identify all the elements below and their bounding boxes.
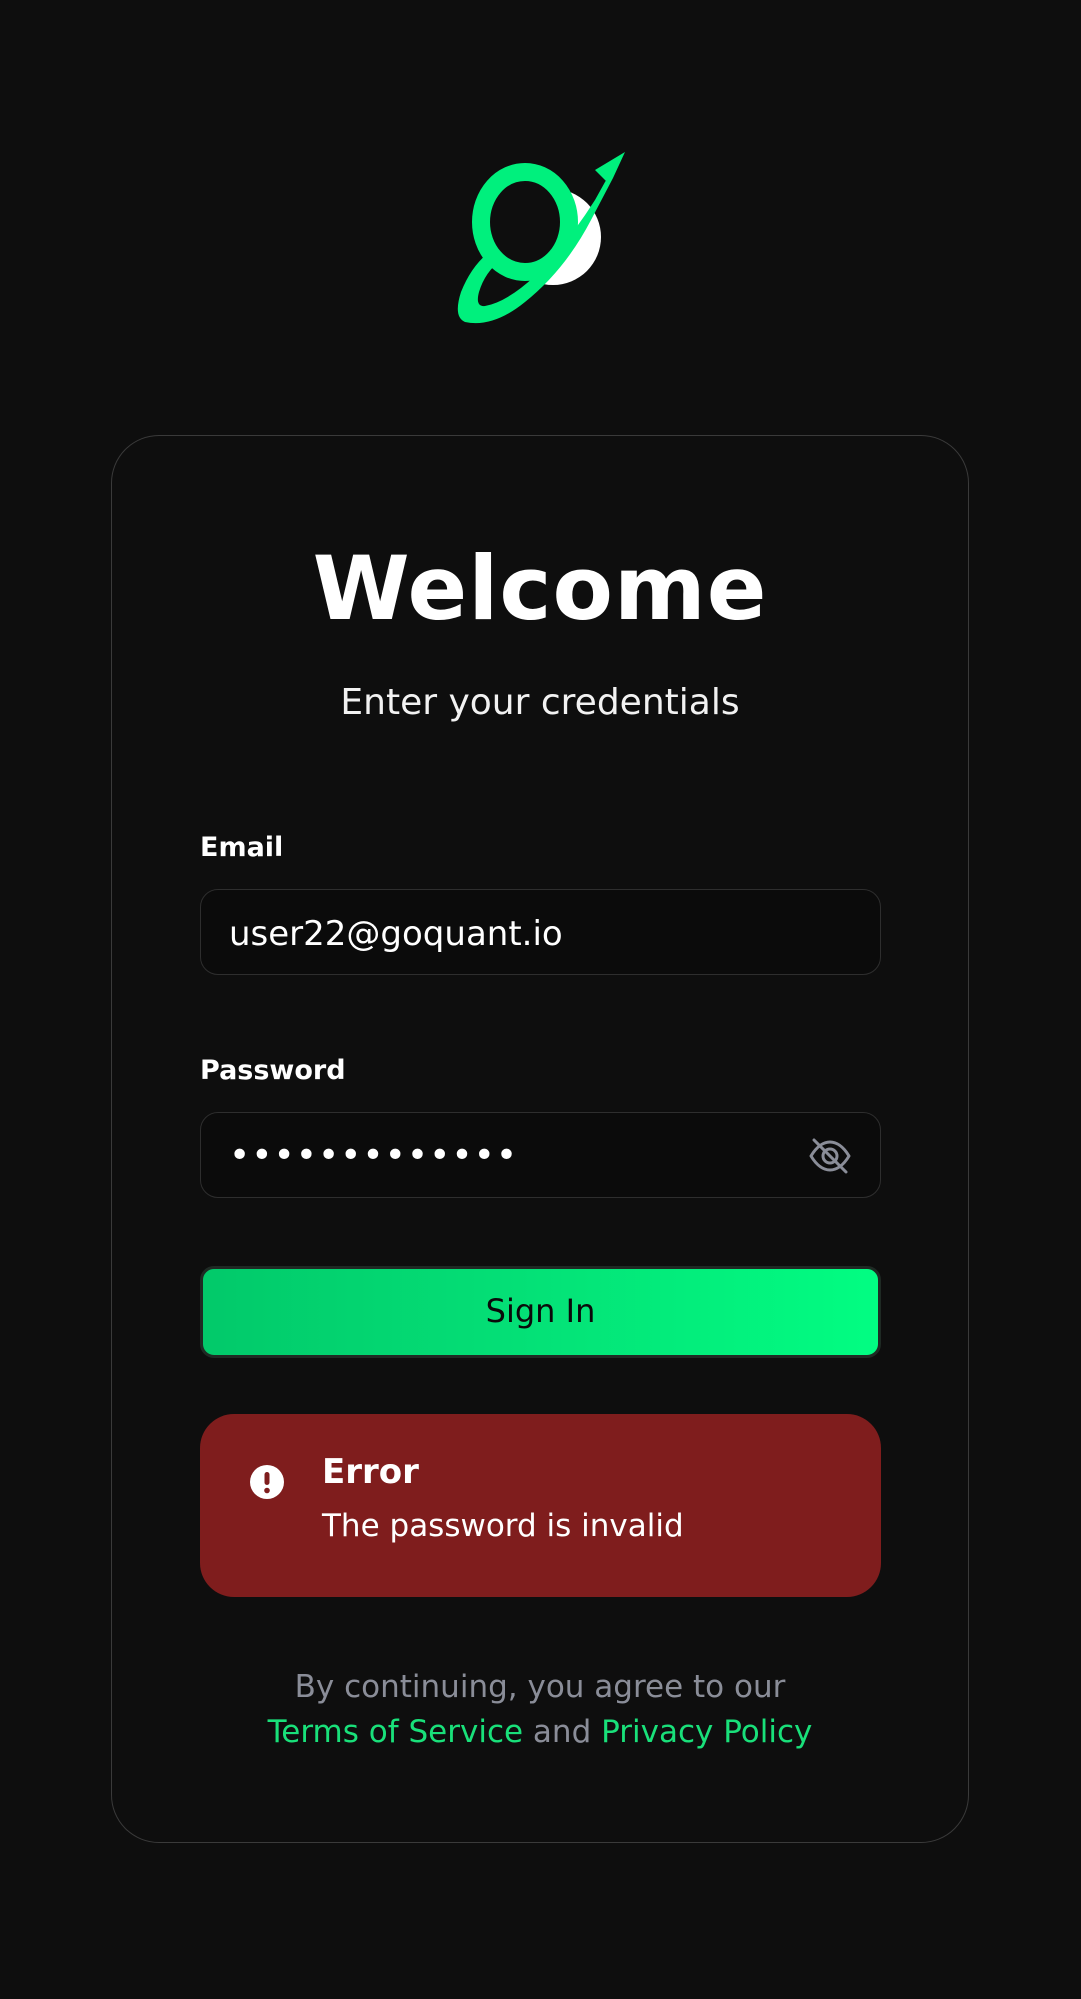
email-field[interactable]: user22@goquant.io bbox=[200, 889, 881, 975]
planet-orbit-logo-icon bbox=[457, 152, 625, 324]
exclamation-circle-icon bbox=[250, 1465, 284, 1499]
sign-in-button[interactable]: Sign In bbox=[200, 1266, 881, 1358]
email-value: user22@goquant.io bbox=[229, 914, 563, 954]
eye-off-icon[interactable] bbox=[808, 1134, 852, 1178]
password-field[interactable]: ••••••••••••• bbox=[200, 1112, 881, 1198]
page-subtitle: Enter your credentials bbox=[340, 682, 740, 723]
login-card: Welcome Enter your credentials Email use… bbox=[111, 435, 969, 1843]
legal-conjunction: and bbox=[532, 1714, 592, 1750]
legal-notice: By continuing, you agree to our Terms of… bbox=[112, 1665, 968, 1755]
password-value: ••••••••••••• bbox=[229, 1135, 519, 1176]
legal-prefix: By continuing, you agree to our bbox=[294, 1669, 786, 1705]
page-title: Welcome bbox=[312, 537, 768, 640]
terms-of-service-link[interactable]: Terms of Service bbox=[268, 1714, 523, 1750]
legal-links-line: Terms of Service and Privacy Policy bbox=[112, 1710, 968, 1755]
error-title: Error bbox=[322, 1452, 419, 1492]
email-label: Email bbox=[200, 832, 284, 863]
error-message: The password is invalid bbox=[322, 1508, 684, 1544]
privacy-policy-link[interactable]: Privacy Policy bbox=[601, 1714, 812, 1750]
login-page: Welcome Enter your credentials Email use… bbox=[0, 0, 1081, 1999]
error-alert: Error The password is invalid bbox=[200, 1414, 881, 1597]
password-label: Password bbox=[200, 1055, 346, 1086]
